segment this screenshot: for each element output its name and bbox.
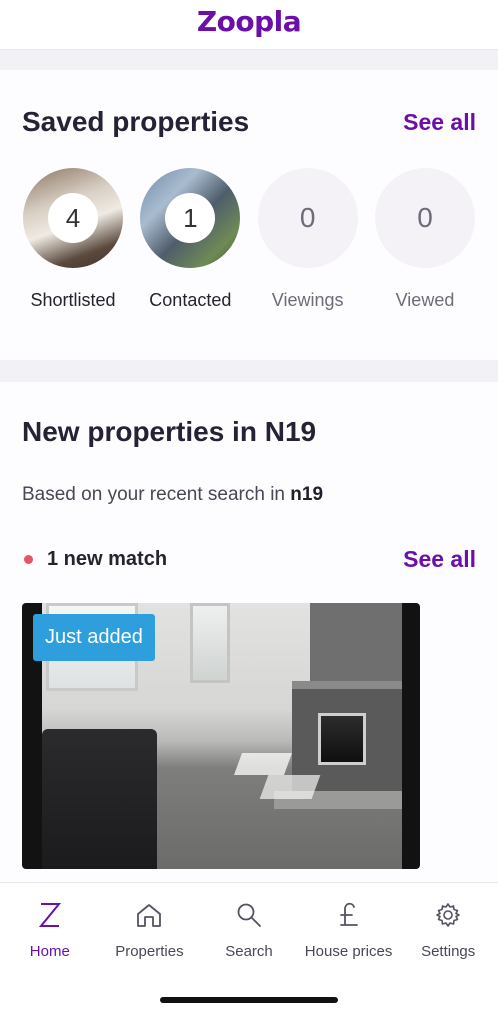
house-icon [135,899,163,931]
saved-properties-card: Saved properties See all 4 Shortlisted 1… [0,70,498,360]
saved-status-list: 4 Shortlisted 1 Contacted 0 Viewings 0 V… [22,168,476,311]
tab-search[interactable]: Search [199,883,299,960]
saved-see-all-link[interactable]: See all [403,109,476,136]
shortlisted-count: 4 [48,193,98,243]
bottom-tab-bar: Home Properties Search House prices Sett… [0,882,498,1012]
based-on-search-text: Based on your recent search in n19 [22,484,476,506]
home-indicator[interactable] [160,997,338,1003]
new-matches-see-all-link[interactable]: See all [403,546,476,573]
zoopla-logo[interactable]: Zoopla [197,5,302,38]
tab-house-prices-label: House prices [304,943,393,960]
search-icon [235,899,263,931]
tab-home-label: Home [29,943,70,960]
viewed-item[interactable]: 0 Viewed [374,168,476,311]
viewed-label: Viewed [395,290,455,310]
saved-properties-title: Saved properties [22,106,250,137]
shortlisted-thumbnail: 4 [23,168,123,268]
viewed-circle: 0 [374,168,475,268]
contacted-item[interactable]: 1 Contacted [139,168,241,311]
search-area: n19 [290,484,324,505]
tab-properties-label: Properties [115,943,184,960]
z-logo-icon [38,899,62,931]
new-match-count: 1 new match [47,548,168,570]
tab-home[interactable]: Home [0,883,100,960]
based-prefix: Based on your recent search in [22,484,291,505]
pound-icon [337,899,361,931]
viewings-label: Viewings [271,290,344,310]
just-added-badge: Just added [33,614,155,661]
contacted-count: 1 [165,193,216,243]
tab-properties[interactable]: Properties [100,883,200,960]
viewings-item[interactable]: 0 Viewings [257,168,359,311]
tab-house-prices[interactable]: House prices [299,883,399,960]
tab-settings[interactable]: Settings [398,883,498,960]
new-properties-title: New properties in N19 [22,416,317,447]
new-match-dot-icon [24,555,33,564]
contacted-label: Contacted [149,290,232,310]
viewings-count: 0 [299,202,316,233]
app-header: Zoopla [0,0,498,50]
viewings-circle: 0 [257,168,358,268]
new-properties-card: New properties in N19 Based on your rece… [0,382,498,890]
contacted-thumbnail: 1 [140,168,241,268]
section-divider [0,50,498,70]
tab-settings-label: Settings [421,943,476,960]
shortlisted-label: Shortlisted [30,290,116,310]
gear-icon [434,899,462,931]
tab-search-label: Search [225,943,273,960]
section-divider [0,360,498,382]
viewed-count: 0 [417,202,433,233]
property-listing-card[interactable]: Just added [22,603,420,869]
shortlisted-item[interactable]: 4 Shortlisted [22,168,124,311]
